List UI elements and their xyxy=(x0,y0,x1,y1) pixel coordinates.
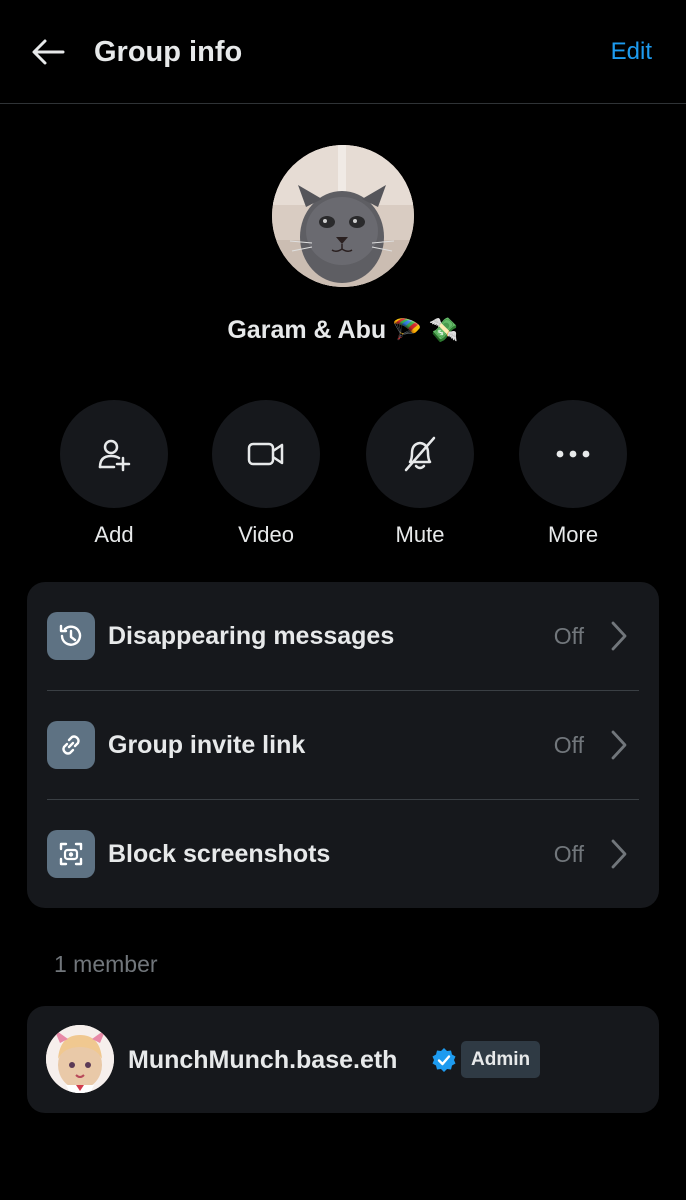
more-circle xyxy=(519,400,627,508)
timer-history-icon xyxy=(47,612,95,660)
group-name: Garam & Abu 🪂 💸 xyxy=(0,308,686,353)
add-user-icon xyxy=(98,439,131,472)
chevron-right-icon xyxy=(611,621,627,651)
group-settings-card: Disappearing messages Off Group invite l… xyxy=(27,582,659,908)
more-dots-icon xyxy=(556,450,590,458)
disappearing-messages-label: Disappearing messages xyxy=(108,622,395,650)
link-icon xyxy=(47,721,95,769)
back-button[interactable] xyxy=(22,30,74,74)
action-buttons: Add Video Mute More xyxy=(0,400,686,550)
video-circle xyxy=(212,400,320,508)
screenshot-icon xyxy=(47,830,95,878)
group-name-emojis: 🪂 💸 xyxy=(392,317,459,344)
header-bar: Group info Edit xyxy=(0,0,686,104)
disappearing-messages-row[interactable]: Disappearing messages Off xyxy=(27,582,659,690)
avatar xyxy=(46,1025,114,1093)
add-label: Add xyxy=(94,522,134,547)
block-screenshots-label: Block screenshots xyxy=(108,840,331,868)
mute-label: Mute xyxy=(395,522,445,547)
member-count: 1 member xyxy=(54,951,158,977)
disappearing-messages-value: Off xyxy=(553,623,584,649)
add-button[interactable]: Add xyxy=(59,400,169,550)
group-invite-link-value: Off xyxy=(553,732,584,758)
member-name: MunchMunch.base.eth xyxy=(128,1046,398,1074)
member-row[interactable]: MunchMunch.base.eth Admin xyxy=(27,1006,659,1113)
bell-off-icon xyxy=(404,436,436,472)
chevron-right-icon xyxy=(611,839,627,869)
more-label: More xyxy=(547,522,599,547)
block-screenshots-value: Off xyxy=(553,841,584,867)
more-button[interactable]: More xyxy=(518,400,628,550)
verified-badge-icon xyxy=(432,1048,456,1072)
video-camera-icon xyxy=(247,442,284,466)
video-button[interactable]: Video xyxy=(211,400,321,550)
block-screenshots-row[interactable]: Block screenshots Off xyxy=(27,800,659,908)
edit-button[interactable]: Edit xyxy=(611,30,652,74)
page-title: Group info xyxy=(94,36,243,68)
video-label: Video xyxy=(238,522,294,547)
group-invite-link-label: Group invite link xyxy=(108,731,306,759)
cat-photo-image xyxy=(272,145,414,287)
admin-badge: Admin xyxy=(461,1041,541,1078)
group-avatar[interactable] xyxy=(272,145,414,287)
add-circle xyxy=(60,400,168,508)
mute-circle xyxy=(366,400,474,508)
group-name-text: Garam & Abu xyxy=(227,316,387,344)
mute-button[interactable]: Mute xyxy=(365,400,475,550)
anime-avatar-image xyxy=(46,1025,114,1093)
group-invite-link-row[interactable]: Group invite link Off xyxy=(27,691,659,799)
arrow-left-icon xyxy=(32,39,65,65)
chevron-right-icon xyxy=(611,730,627,760)
